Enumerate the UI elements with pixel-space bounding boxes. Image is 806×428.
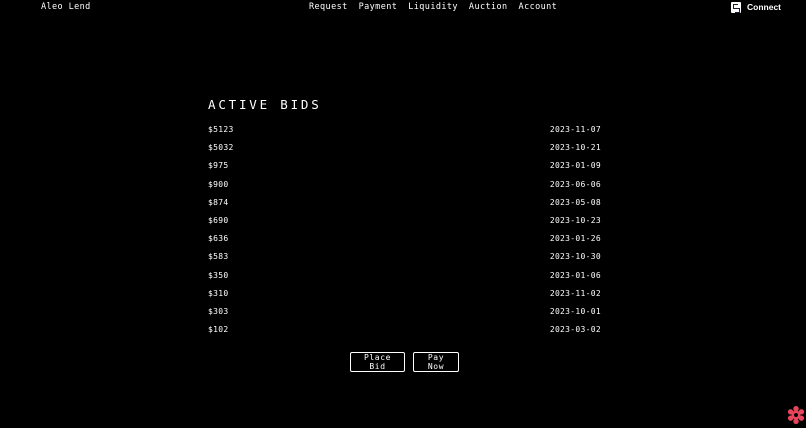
bid-row: $900 2023-06-06 [208, 179, 601, 197]
bid-amount: $975 [208, 161, 229, 171]
bid-date: 2023-03-02 [549, 325, 601, 335]
bid-date: 2023-01-09 [549, 161, 601, 171]
page-title: ACTIVE BIDS [208, 97, 322, 112]
bid-date: 2023-01-26 [549, 234, 601, 244]
bid-amount: $690 [208, 215, 229, 225]
wallet-icon [731, 1, 741, 13]
bid-row: $874 2023-05-08 [208, 197, 601, 215]
bid-row: $975 2023-01-09 [208, 160, 601, 178]
bid-amount: $5032 [208, 143, 234, 153]
bid-row: $583 2023-10-30 [208, 251, 601, 269]
bid-row: $5123 2023-11-07 [208, 124, 601, 142]
bid-amount: $636 [208, 234, 229, 244]
pay-now-button[interactable]: Pay Now [413, 352, 459, 372]
bid-row: $303 2023-10-01 [208, 306, 601, 324]
connect-button[interactable]: Connect [731, 1, 781, 13]
bid-actions: Place Bid Pay Now [350, 352, 459, 372]
brand-name[interactable]: Aleo Lend [41, 1, 91, 13]
bid-date: 2023-11-02 [549, 288, 601, 298]
nav-auction[interactable]: Auction [469, 1, 508, 13]
bid-row: $690 2023-10-23 [208, 215, 601, 233]
bid-amount: $900 [208, 179, 229, 189]
bid-row: $350 2023-01-06 [208, 270, 601, 288]
bid-row: $636 2023-01-26 [208, 233, 601, 251]
bid-date: 2023-10-23 [549, 215, 601, 225]
main-nav: Request Payment Liquidity Auction Accoun… [309, 1, 557, 13]
bid-date: 2023-10-21 [549, 143, 601, 153]
bid-amount: $303 [208, 306, 229, 316]
nav-payment[interactable]: Payment [359, 1, 398, 13]
bid-amount: $874 [208, 197, 229, 207]
bid-date: 2023-11-07 [549, 125, 601, 134]
gear-flower-icon[interactable] [787, 406, 805, 424]
bid-row: $310 2023-11-02 [208, 288, 601, 306]
bid-amount: $583 [208, 252, 229, 262]
nav-liquidity[interactable]: Liquidity [408, 1, 458, 13]
bid-row: $102 2023-03-02 [208, 324, 601, 342]
place-bid-button[interactable]: Place Bid [350, 352, 405, 372]
nav-request[interactable]: Request [309, 1, 348, 13]
bid-date: 2023-06-06 [549, 179, 601, 189]
bid-date: 2023-10-01 [549, 306, 601, 316]
bid-amount: $5123 [208, 125, 234, 134]
bid-amount: $310 [208, 288, 229, 298]
bid-date: 2023-05-08 [549, 197, 601, 207]
bid-date: 2023-10-30 [549, 252, 601, 262]
bid-amount: $350 [208, 270, 229, 280]
connect-label: Connect [747, 2, 781, 12]
bid-date: 2023-01-06 [549, 270, 601, 280]
bid-row: $5032 2023-10-21 [208, 142, 601, 160]
nav-account[interactable]: Account [519, 1, 558, 13]
bid-amount: $102 [208, 325, 229, 335]
bids-list: $5123 2023-11-07 $5032 2023-10-21 $975 2… [208, 124, 601, 342]
